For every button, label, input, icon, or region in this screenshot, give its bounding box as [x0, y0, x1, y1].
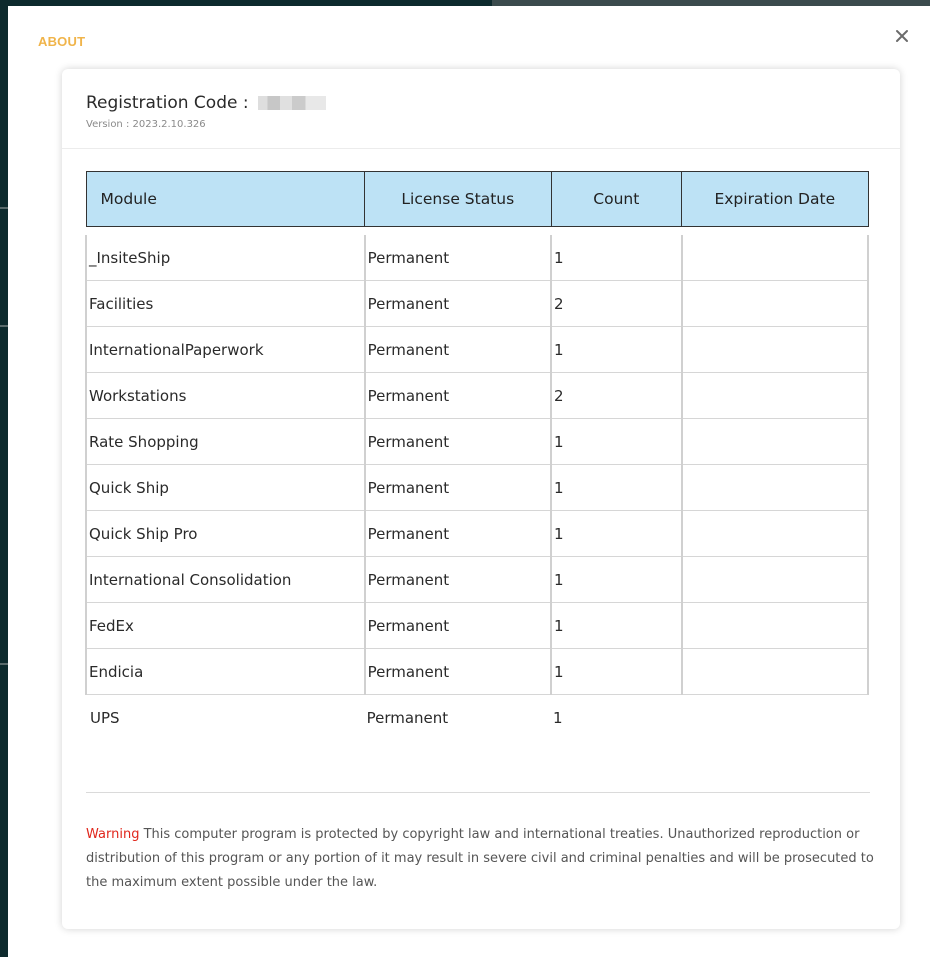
- column-header-count: Count: [550, 171, 683, 227]
- table-row: International Consolidation Permanent 1: [85, 556, 870, 603]
- version-text: Version : 2023.2.10.326: [86, 119, 206, 130]
- cell-count: 1: [550, 464, 682, 511]
- column-header-license-status: License Status: [364, 171, 552, 227]
- table-row: Facilities Permanent 2: [85, 280, 870, 327]
- footer-divider: [86, 792, 870, 793]
- cell-module: UPS: [86, 694, 365, 740]
- table-row: InternationalPaperwork Permanent 1: [85, 326, 870, 373]
- about-dialog: ABOUT Registration Code : Version : 2023…: [8, 6, 930, 957]
- table-row: Endicia Permanent 1: [85, 648, 870, 695]
- table-row: Workstations Permanent 2: [85, 372, 870, 419]
- cell-module: International Consolidation: [85, 556, 365, 603]
- cell-license-status: Permanent: [363, 280, 552, 327]
- redacted-code: [257, 96, 326, 110]
- column-header-expiration-date: Expiration Date: [681, 171, 869, 227]
- cell-expiration-date: [680, 372, 870, 419]
- cell-expiration-date: [681, 694, 868, 740]
- cell-expiration-date: [680, 556, 870, 603]
- column-header-module: Module: [85, 171, 366, 227]
- cell-module: Quick Ship: [85, 464, 365, 511]
- cell-module: Quick Ship Pro: [85, 510, 365, 557]
- dialog-title: ABOUT: [38, 34, 86, 49]
- cell-count: 1: [550, 510, 682, 557]
- cell-count: 2: [550, 280, 682, 327]
- cell-license-status: Permanent: [363, 556, 552, 603]
- cell-license-status: Permanent: [363, 648, 552, 695]
- cell-license-status: Permanent: [363, 235, 552, 281]
- table-row: UPS Permanent 1: [86, 694, 868, 740]
- cell-expiration-date: [680, 235, 870, 281]
- table-row: _InsiteShip Permanent 1: [85, 235, 870, 281]
- registration-code: Registration Code :: [86, 93, 326, 113]
- license-table: Module License Status Count Expiration D…: [85, 171, 870, 740]
- close-button[interactable]: [888, 22, 916, 50]
- cell-expiration-date: [680, 602, 870, 649]
- copyright-warning: Warning This computer program is protect…: [86, 823, 876, 895]
- cell-count: 1: [550, 326, 682, 373]
- cell-license-status: Permanent: [363, 372, 552, 419]
- cell-count: 1: [551, 694, 682, 740]
- cell-expiration-date: [680, 464, 870, 511]
- table-row: Rate Shopping Permanent 1: [85, 418, 870, 465]
- table-row: FedEx Permanent 1: [85, 602, 870, 649]
- registration-header: Registration Code : Version : 2023.2.10.…: [62, 69, 900, 149]
- cell-count: 1: [550, 235, 682, 281]
- cell-expiration-date: [680, 418, 870, 465]
- cell-count: 1: [550, 602, 682, 649]
- cell-license-status: Permanent: [364, 694, 552, 740]
- warning-label: Warning: [86, 827, 140, 842]
- cell-expiration-date: [680, 280, 870, 327]
- cell-count: 1: [550, 418, 682, 465]
- cell-license-status: Permanent: [363, 326, 552, 373]
- cell-count: 1: [550, 556, 682, 603]
- cell-license-status: Permanent: [363, 510, 552, 557]
- warning-text: This computer program is protected by co…: [86, 827, 874, 890]
- cell-module: FedEx: [85, 602, 365, 649]
- cell-module: InternationalPaperwork: [85, 326, 365, 373]
- table-header-row: Module License Status Count Expiration D…: [85, 171, 869, 227]
- cell-license-status: Permanent: [363, 418, 552, 465]
- cell-expiration-date: [680, 326, 870, 373]
- cell-module: Workstations: [85, 372, 365, 419]
- table-row: Quick Ship Permanent 1: [85, 464, 870, 511]
- cell-module: Endicia: [85, 648, 365, 695]
- about-card: Registration Code : Version : 2023.2.10.…: [62, 69, 900, 929]
- cell-expiration-date: [680, 648, 870, 695]
- cell-count: 2: [550, 372, 682, 419]
- cell-expiration-date: [680, 510, 870, 557]
- cell-license-status: Permanent: [363, 464, 552, 511]
- cell-module: Rate Shopping: [85, 418, 365, 465]
- close-icon: [896, 30, 908, 42]
- cell-count: 1: [550, 648, 682, 695]
- table-row: Quick Ship Pro Permanent 1: [85, 510, 870, 557]
- cell-module: _InsiteShip: [85, 235, 365, 281]
- registration-code-label: Registration Code :: [86, 93, 254, 113]
- cell-module: Facilities: [85, 280, 365, 327]
- cell-license-status: Permanent: [363, 602, 552, 649]
